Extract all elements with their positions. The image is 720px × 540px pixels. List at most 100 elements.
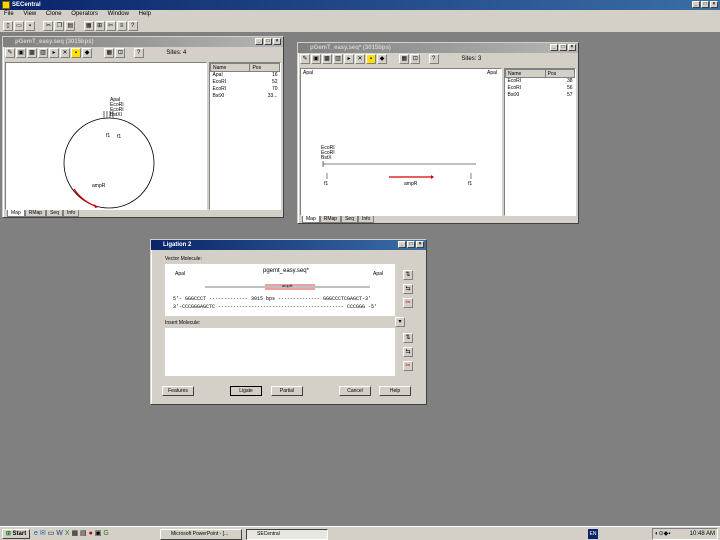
menu-view[interactable]: View [19,10,40,18]
col-name[interactable]: Name [209,63,251,72]
table-row[interactable]: EcoRI 70 [211,86,280,93]
word-icon[interactable]: W [56,530,63,537]
menu-help[interactable]: Help [135,10,155,18]
table-row[interactable]: EcoRI 38 [506,78,575,85]
insert-swap-icon[interactable]: ⇅ [403,333,413,343]
partial-button[interactable]: Partial [271,386,303,396]
lig-minimize-button[interactable]: _ [398,241,406,248]
lin-site-label[interactable]: BstX [321,156,335,161]
tool-arrow-icon[interactable]: ▸ [344,54,354,64]
tool-b-icon[interactable]: ▩ [322,54,332,64]
col-pos[interactable]: Pos [249,63,280,72]
map-icon[interactable]: ⊞ [94,21,105,31]
table-row[interactable]: EcoRI 52 [211,79,280,86]
features-button[interactable]: Features [162,386,194,396]
cancel-button[interactable]: Cancel [339,386,371,396]
app-icon[interactable]: G [103,530,108,537]
tool-a-icon[interactable]: ▣ [311,54,321,64]
tool-green-icon[interactable]: ◆ [82,48,92,58]
app-icon[interactable]: ▦ [71,530,78,537]
lig-maximize-button[interactable]: □ [407,241,415,248]
excel-icon[interactable]: X [65,530,70,537]
lin-right-site[interactable]: ApaI [487,70,497,76]
tab-info[interactable]: Info [62,210,80,217]
outlook-icon[interactable]: ✉ [40,530,46,537]
insert-molecule-panel[interactable] [165,328,395,376]
vector-flip-icon[interactable]: ⇆ [403,284,413,294]
tool-pencil-icon[interactable]: ✎ [300,54,310,64]
lin-close-button[interactable]: × [568,44,576,51]
tool-b-icon[interactable]: ▩ [27,48,37,58]
col-name[interactable]: Name [505,69,546,78]
map-close-button[interactable]: × [273,38,281,45]
ligate-button[interactable]: Ligate [230,386,262,396]
tool-c-icon[interactable]: ▥ [333,54,343,64]
open-icon[interactable]: ▭ [14,21,24,31]
scissors-icon[interactable]: ✄ [105,21,116,31]
tab-map[interactable]: Map [302,216,320,223]
table-row[interactable]: BstXI 57 [506,92,575,99]
vector-swap-icon[interactable]: ⇅ [403,270,413,280]
paste-icon[interactable]: ▤ [65,21,76,31]
tool-green-icon[interactable]: ◆ [377,54,387,64]
insert-flip-icon[interactable]: ⇆ [403,347,413,357]
tool-help-icon[interactable]: ? [428,54,439,64]
menu-window[interactable]: Window [104,10,133,18]
table-row[interactable]: BstXI 33... [211,93,280,100]
language-indicator[interactable]: EN [588,529,598,539]
tool-yellow-icon[interactable]: ▪ [71,48,81,58]
table-row[interactable]: EcoRI 56 [506,85,575,92]
lin-minimize-button[interactable]: _ [550,44,558,51]
start-button[interactable]: ⊞ Start [2,529,30,539]
tool-arrow-icon[interactable]: ▸ [49,48,59,58]
maximize-button[interactable]: □ [701,1,709,8]
save-icon[interactable]: ▪ [25,21,35,31]
lin-maximize-button[interactable]: □ [559,44,567,51]
tab-rmap[interactable]: RMap [24,210,47,217]
tool-a-icon[interactable]: ▣ [16,48,26,58]
tray-icons[interactable]: ◐⊙◆▪ [655,531,670,537]
task-powerpoint[interactable]: Microsoft PowerPoint - [... [160,529,242,540]
close-button[interactable]: × [710,1,718,8]
tab-seq[interactable]: Seq [46,210,63,217]
ie-icon[interactable]: e [34,530,38,537]
tool-c-icon[interactable]: ▥ [38,48,48,58]
print-icon[interactable]: ▦ [83,21,94,31]
tab-seq[interactable]: Seq [341,216,358,223]
help-button[interactable]: Help [379,386,411,396]
help-icon[interactable]: ? [127,21,138,31]
insert-dropdown-icon[interactable]: ▾ [395,317,405,327]
tool-x-icon[interactable]: ✕ [355,54,365,64]
cut-icon[interactable]: ✂ [43,21,54,31]
tool-print-icon[interactable]: ▦ [399,54,410,64]
copy-icon[interactable]: ❐ [54,21,65,31]
tool-pencil-icon[interactable]: ✎ [5,48,15,58]
linear-map-canvas[interactable]: ApaI ApaI EcoRI EcoRI BstX f1 ampR f1 [300,68,502,216]
insert-cut-icon[interactable]: ✂ [403,361,413,371]
tool-print-icon[interactable]: ▦ [104,48,115,58]
tool-help-icon[interactable]: ? [133,48,144,58]
map-maximize-button[interactable]: □ [264,38,272,45]
task-secentral[interactable]: SECentral [246,529,328,540]
tool-zoom-icon[interactable]: ⊡ [410,54,421,64]
lig-close-button[interactable]: × [416,241,424,248]
tab-rmap[interactable]: RMap [319,216,342,223]
tool-x-icon[interactable]: ✕ [60,48,70,58]
circular-map-canvas[interactable]: ApaI EcoRI EcoRI BstXI f1 f1 ampR [5,62,207,210]
new-icon[interactable]: ▯ [3,21,13,31]
tool-yellow-icon[interactable]: ▪ [366,54,376,64]
tab-map[interactable]: Map [7,210,25,217]
app-icon[interactable]: ▣ [95,530,102,537]
menu-operators[interactable]: Operators [67,10,102,18]
vector-molecule-panel[interactable]: ApaI pgemt_easy.seq* ApaI ampR 5'- GGGCC… [165,264,395,316]
tool-zoom-icon[interactable]: ⊡ [115,48,126,58]
lin-left-site[interactable]: ApaI [303,70,313,76]
vector-cut-icon[interactable]: ✂ [403,298,413,308]
minimize-button[interactable]: _ [692,1,700,8]
map-minimize-button[interactable]: _ [255,38,263,45]
circ-site-label[interactable]: BstXI [110,113,124,118]
menu-clone[interactable]: Clone [42,10,66,18]
app-icon[interactable]: ● [89,530,93,537]
app-icon[interactable]: ▤ [80,530,87,537]
menu-file[interactable]: File [0,10,18,18]
